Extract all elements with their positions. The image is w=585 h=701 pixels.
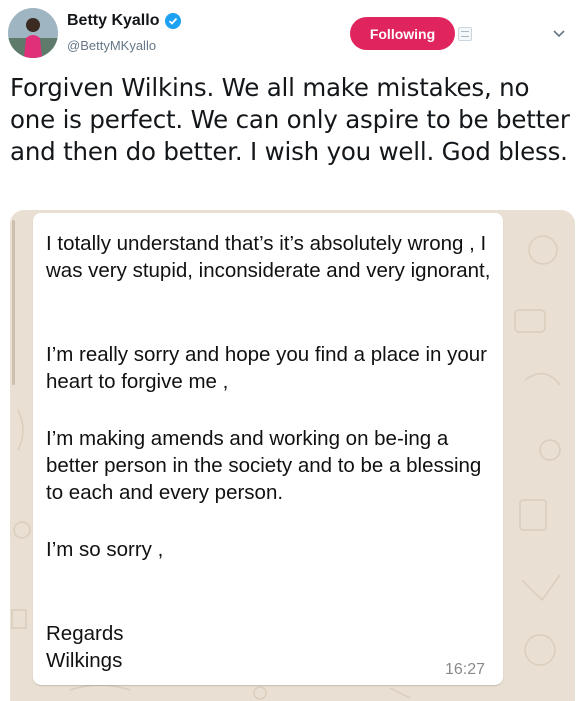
message-paragraph: I totally understand that’s it’s absolut… [46, 232, 491, 282]
tweet-media-image[interactable]: I totally understand that’s it’s absolut… [10, 210, 575, 701]
message-time: 16:27 [444, 661, 485, 678]
author-name[interactable]: Betty Kyallo [67, 12, 159, 30]
avatar[interactable] [8, 8, 58, 58]
following-button[interactable]: Following [350, 17, 455, 50]
envelope-icon[interactable] [458, 27, 472, 41]
chevron-down-icon[interactable] [551, 25, 567, 41]
message-signoff: Regards [46, 622, 124, 645]
message-paragraph: I’m making amends and working on be-ing … [46, 427, 482, 504]
author-handle[interactable]: @BettyMKyallo [67, 38, 156, 53]
message-signature: Wilkings [46, 649, 123, 672]
author-name-row[interactable]: Betty Kyallo [67, 12, 182, 30]
scroll-indicator [12, 220, 15, 385]
message-paragraph: I’m so sorry , [46, 538, 164, 561]
verified-badge-icon [165, 13, 182, 29]
avatar-image [8, 8, 58, 58]
chat-message-bubble: I totally understand that’s it’s absolut… [33, 213, 503, 685]
message-paragraph: I’m really sorry and hope you find a pla… [46, 343, 487, 393]
tweet-text: Forgiven Wilkins. We all make mistakes, … [10, 73, 570, 166]
